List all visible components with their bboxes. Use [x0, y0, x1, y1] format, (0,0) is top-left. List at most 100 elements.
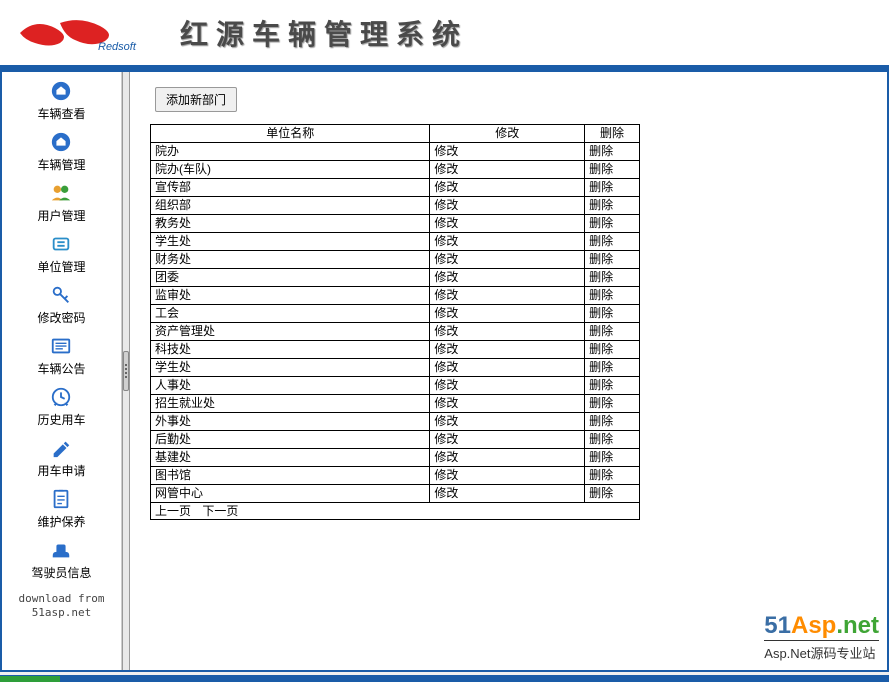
delete-link[interactable]: 删除 [589, 144, 613, 158]
delete-link[interactable]: 删除 [589, 360, 613, 374]
cell-name: 图书馆 [151, 467, 430, 485]
edit-link[interactable]: 修改 [434, 216, 458, 230]
department-table: 单位名称 修改 删除 院办修改删除院办(车队)修改删除宣传部修改删除组织部修改删… [150, 124, 640, 503]
sidebar-item-3[interactable]: 单位管理 [31, 230, 91, 277]
footer-logo-text: 51Asp.net [764, 612, 879, 640]
delete-link[interactable]: 删除 [589, 288, 613, 302]
table-row: 外事处修改 删除 [151, 413, 640, 431]
delete-link[interactable]: 删除 [589, 378, 613, 392]
car-manage-icon [49, 130, 73, 154]
brand-logo: Redsoft [10, 8, 150, 58]
sidebar-item-label: 车辆管理 [37, 156, 85, 173]
sidebar-item-8[interactable]: 维护保养 [31, 485, 91, 532]
edit-link[interactable]: 修改 [434, 162, 458, 176]
table-row: 财务处修改删除 [151, 251, 640, 269]
sidebar-item-6[interactable]: 历史用车 [31, 383, 91, 430]
cell-name: 招生就业处 [151, 395, 430, 413]
edit-link[interactable]: 修改 [434, 270, 458, 284]
delete-link[interactable]: 删除 [589, 396, 613, 410]
edit-link[interactable]: 修改 [434, 396, 458, 410]
table-row: 工会修改删除 [151, 305, 640, 323]
edit-link[interactable]: 修改 [434, 198, 458, 212]
delete-link[interactable]: 删除 [589, 180, 613, 194]
delete-link[interactable]: 删除 [589, 324, 613, 338]
edit-link[interactable]: 修改 [434, 468, 458, 482]
delete-link[interactable]: 删除 [589, 468, 613, 482]
cell-name: 教务处 [151, 215, 430, 233]
pager: 上一页 下一页 [150, 503, 640, 520]
edit-link[interactable]: 修改 [434, 360, 458, 374]
edit-link[interactable]: 修改 [434, 342, 458, 356]
cell-name: 学生处 [151, 233, 430, 251]
edit-link[interactable]: 修改 [434, 486, 458, 500]
sidebar-item-label: 驾驶员信息 [31, 564, 91, 581]
notice-icon [49, 334, 73, 358]
driver-icon [49, 538, 73, 562]
sidebar-item-5[interactable]: 车辆公告 [31, 332, 91, 379]
edit-link[interactable]: 修改 [434, 306, 458, 320]
edit-link[interactable]: 修改 [434, 180, 458, 194]
cell-name: 院办(车队) [151, 161, 430, 179]
table-row: 后勤处修改 删除 [151, 431, 640, 449]
table-row: 人事处修改删除 [151, 377, 640, 395]
table-row: 招生就业处修改 删除 [151, 395, 640, 413]
sidebar-item-4[interactable]: 修改密码 [31, 281, 91, 328]
delete-link[interactable]: 删除 [589, 270, 613, 284]
sidebar-item-7[interactable]: 用车申请 [31, 434, 91, 481]
sidebar-item-2[interactable]: 用户管理 [31, 179, 91, 226]
maintain-icon [49, 487, 73, 511]
splitter[interactable] [122, 72, 130, 670]
delete-link[interactable]: 删除 [589, 198, 613, 212]
cell-name: 团委 [151, 269, 430, 287]
users-icon [49, 181, 73, 205]
edit-link[interactable]: 修改 [434, 432, 458, 446]
edit-link[interactable]: 修改 [434, 414, 458, 428]
status-corner [0, 676, 60, 682]
edit-link[interactable]: 修改 [434, 324, 458, 338]
sidebar-item-0[interactable]: 车辆查看 [31, 77, 91, 124]
delete-link[interactable]: 删除 [589, 432, 613, 446]
delete-link[interactable]: 删除 [589, 450, 613, 464]
sidebar-item-1[interactable]: 车辆管理 [31, 128, 91, 175]
edit-link[interactable]: 修改 [434, 144, 458, 158]
cell-name: 基建处 [151, 449, 430, 467]
table-row: 团委修改 删除 [151, 269, 640, 287]
app-header: Redsoft 红源车辆管理系统 [0, 0, 889, 70]
table-row: 图书馆修改 删除 [151, 467, 640, 485]
edit-link[interactable]: 修改 [434, 252, 458, 266]
delete-link[interactable]: 删除 [589, 252, 613, 266]
delete-link[interactable]: 删除 [589, 162, 613, 176]
delete-link[interactable]: 删除 [589, 486, 613, 500]
edit-link[interactable]: 修改 [434, 378, 458, 392]
col-header-delete: 删除 [585, 125, 640, 143]
delete-link[interactable]: 删除 [589, 306, 613, 320]
delete-link[interactable]: 删除 [589, 414, 613, 428]
sidebar-item-label: 修改密码 [37, 309, 85, 326]
add-department-button[interactable]: 添加新部门 [155, 87, 237, 112]
cell-name: 科技处 [151, 341, 430, 359]
sidebar-item-label: 用户管理 [37, 207, 85, 224]
sidebar-item-9[interactable]: 驾驶员信息 [31, 536, 91, 583]
table-row: 学生处修改 删除 [151, 233, 640, 251]
cell-name: 外事处 [151, 413, 430, 431]
cell-name: 学生处 [151, 359, 430, 377]
sidebar-item-label: 历史用车 [37, 411, 85, 428]
splitter-handle-icon [123, 351, 129, 391]
car-view-icon [49, 79, 73, 103]
cell-name: 后勤处 [151, 431, 430, 449]
sidebar-item-label: 用车申请 [37, 462, 85, 479]
delete-link[interactable]: 删除 [589, 342, 613, 356]
table-row: 基建处修改 删除 [151, 449, 640, 467]
next-page-link[interactable]: 下一页 [202, 504, 238, 518]
edit-link[interactable]: 修改 [434, 450, 458, 464]
table-row: 教务处修改 删除 [151, 215, 640, 233]
footer-watermark: 51Asp.net Asp.Net源码专业站 [764, 612, 879, 662]
request-icon [49, 436, 73, 460]
delete-link[interactable]: 删除 [589, 216, 613, 230]
prev-page-link[interactable]: 上一页 [155, 504, 191, 518]
edit-link[interactable]: 修改 [434, 288, 458, 302]
history-icon [49, 385, 73, 409]
cell-name: 网管中心 [151, 485, 430, 503]
edit-link[interactable]: 修改 [434, 234, 458, 248]
delete-link[interactable]: 删除 [589, 234, 613, 248]
